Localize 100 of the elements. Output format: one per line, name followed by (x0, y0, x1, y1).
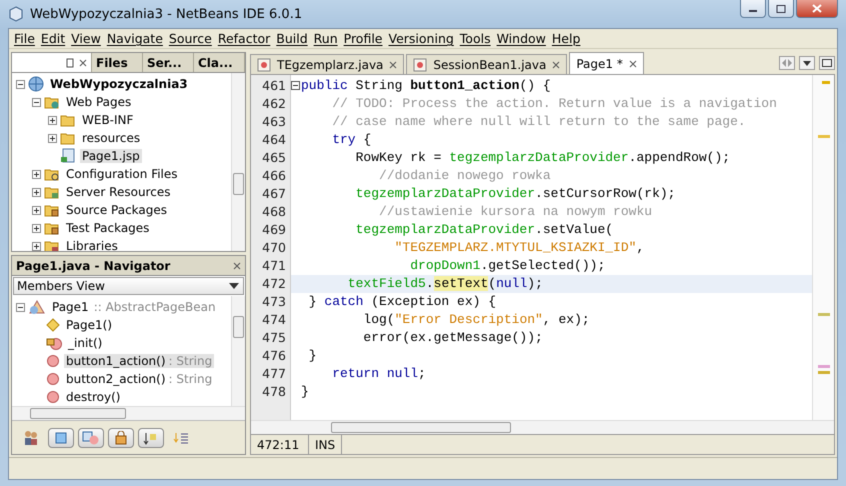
tree-item[interactable]: Server Resources (64, 185, 172, 199)
code-line: tegzemplarzDataProvider.setValue( (354, 221, 614, 239)
close-icon[interactable] (628, 60, 637, 68)
close-icon[interactable] (233, 262, 241, 270)
member-item[interactable]: button1_action() : String (64, 354, 214, 368)
line-number: 468 (261, 203, 287, 221)
lock-icon (114, 430, 128, 444)
panel-tab[interactable]: Ser... (147, 56, 182, 70)
tree-item[interactable]: WEB-INF (80, 113, 136, 127)
collapse-toggle[interactable] (32, 98, 41, 106)
plus-icon (33, 242, 40, 250)
menu-item[interactable]: Run (310, 31, 341, 46)
minimize-button[interactable] (740, 0, 766, 18)
minimize-window-icon[interactable] (65, 58, 75, 68)
navigator-title: Page1.java - Navigator (16, 258, 170, 272)
member-item[interactable]: _init() (66, 336, 104, 350)
expand-toggle[interactable] (48, 116, 57, 124)
expand-toggle[interactable] (32, 224, 41, 232)
panel-tab[interactable]: Files (96, 56, 128, 70)
expand-toggle[interactable] (32, 242, 41, 250)
class-icon (28, 299, 46, 315)
circle-icon (46, 354, 60, 368)
tree-item[interactable]: Source Packages (64, 203, 170, 217)
code-line: RowKey rk = tegzemplarzDataProvider.appendRow(); (354, 149, 730, 167)
square-filter-button[interactable] (48, 428, 74, 448)
editor-tab[interactable]: TEgzemplarz.java (250, 54, 404, 74)
menu-item[interactable]: Source (166, 31, 215, 46)
lock-filter-button[interactable] (108, 428, 134, 448)
fold-toggle[interactable] (291, 81, 300, 90)
code-line: public String button1_action() { (301, 77, 551, 95)
expand-toggle[interactable] (32, 170, 41, 178)
tree-item[interactable]: resources (80, 131, 142, 145)
line-number: 477 (261, 365, 287, 383)
tree-item[interactable]: WebWypozyczalnia3 (48, 77, 190, 91)
menu-item[interactable]: Help (548, 31, 584, 46)
menu-item[interactable]: Refactor (214, 31, 274, 46)
class-name[interactable]: Page1 (50, 300, 91, 314)
static-filter-button[interactable] (78, 428, 104, 448)
line-number: 465 (261, 149, 287, 167)
circle-icon (46, 390, 60, 404)
tree-item[interactable]: Test Packages (64, 221, 152, 235)
collapse-toggle[interactable] (16, 302, 25, 312)
menu-item[interactable]: Versioning (386, 31, 457, 46)
tree-item[interactable]: Configuration Files (64, 167, 180, 181)
circle-icon (46, 372, 60, 386)
scrollbar[interactable] (251, 420, 834, 434)
code-line: dropDown1.getSelected()); (409, 257, 606, 275)
panel-tab[interactable]: Cla... (198, 56, 233, 70)
maximize-button[interactable] (819, 56, 835, 70)
menu-item[interactable]: Tools (456, 31, 494, 46)
expand-toggle[interactable] (32, 206, 41, 214)
line-number: 475 (261, 329, 287, 347)
file-icon (257, 58, 271, 72)
globe-icon (28, 76, 44, 92)
menu-item[interactable]: View (68, 31, 104, 46)
menu-item[interactable]: Edit (38, 31, 68, 46)
dropdown-value: Members View (17, 279, 105, 293)
close-icon[interactable] (389, 60, 398, 68)
code-line: textField5.setText(null); (346, 275, 543, 293)
maximize-icon (776, 4, 786, 12)
close-button[interactable] (796, 0, 838, 18)
line-number: 464 (261, 131, 287, 149)
close-icon[interactable] (552, 60, 560, 68)
scrollbar[interactable] (12, 406, 245, 420)
tree-item[interactable]: Web Pages (64, 95, 134, 109)
tree-item[interactable]: Libraries (64, 239, 120, 251)
diamond-icon (46, 318, 60, 332)
menu-item[interactable]: Build (273, 31, 311, 46)
code-line: } (301, 383, 309, 401)
line-number: 461 (261, 77, 287, 95)
plus-icon (33, 188, 40, 196)
tab-list-button[interactable] (799, 56, 815, 70)
expand-toggle[interactable] (48, 134, 57, 142)
dropdown-arrow-icon (229, 283, 239, 289)
plus-icon (33, 170, 40, 178)
menu-item[interactable]: File (11, 31, 38, 46)
code-line: //dodanie nowego rowka (378, 167, 551, 185)
collapse-toggle[interactable] (16, 80, 25, 88)
line-number: 478 (261, 383, 287, 401)
menu-item[interactable]: Profile (340, 31, 386, 46)
view-dropdown[interactable]: Members View (13, 277, 244, 295)
member-item[interactable]: Page1() (64, 318, 114, 332)
code-line: error(ex.getMessage()); (362, 329, 543, 347)
scrollbar[interactable] (231, 73, 245, 251)
code-line: try { (331, 131, 372, 149)
tab-label: Page1 * (576, 56, 623, 70)
cube-icon (8, 6, 24, 22)
caret-icon (803, 60, 811, 66)
scrollbar[interactable] (231, 296, 245, 406)
member-item[interactable]: button2_action() : String (64, 372, 214, 386)
editor-tab[interactable]: SessionBean1.java (406, 54, 568, 74)
member-item[interactable]: destroy() (64, 390, 122, 404)
tree-item[interactable]: Page1.jsp (80, 149, 142, 163)
close-icon[interactable] (79, 58, 87, 66)
menu-item[interactable]: Navigate (104, 31, 166, 46)
sort-button[interactable] (138, 428, 164, 448)
expand-toggle[interactable] (32, 188, 41, 196)
maximize-button[interactable] (768, 0, 794, 18)
menu-item[interactable]: Window (494, 31, 549, 46)
editor-tab[interactable]: Page1 * (569, 52, 644, 74)
